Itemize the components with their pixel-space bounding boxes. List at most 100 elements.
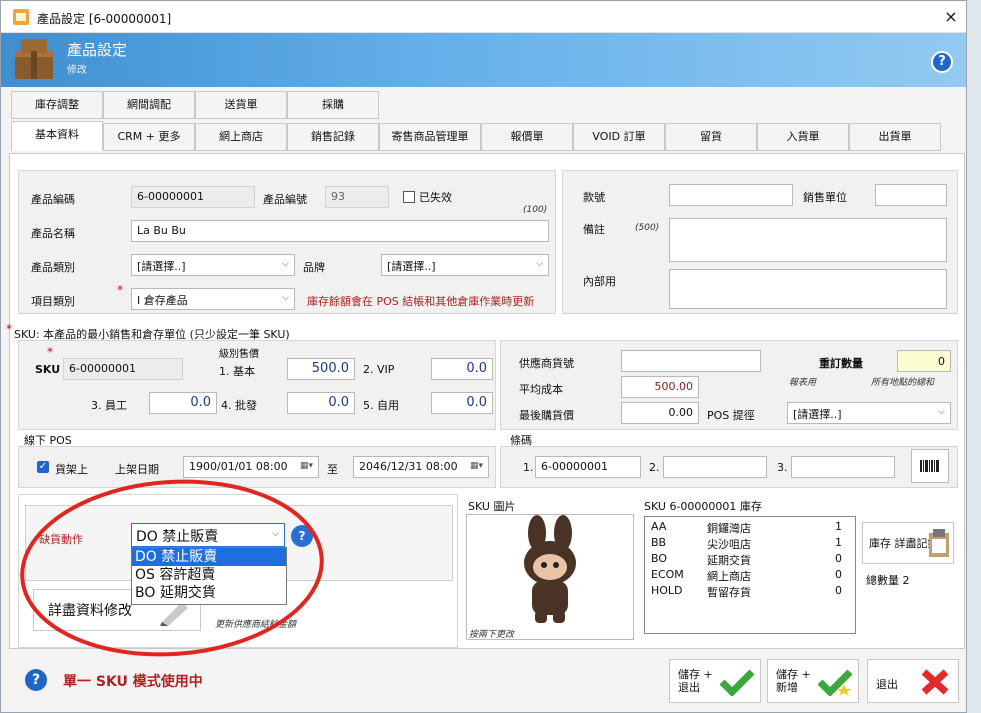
- sku-label: SKU: [35, 363, 61, 376]
- product-number-field: 93: [325, 186, 389, 208]
- chevron-down-icon: ⌵: [282, 259, 289, 269]
- item-type-value: I 倉存產品: [137, 294, 188, 307]
- inventory-detail-button[interactable]: 庫存 詳盡記錄: [862, 522, 954, 564]
- internal-use-textarea[interactable]: [669, 269, 947, 309]
- price-vip-input[interactable]: 0.0: [431, 358, 493, 380]
- inactive-checkbox[interactable]: 已失效: [403, 189, 452, 205]
- category-value: [請選擇..]: [137, 260, 186, 273]
- tab-stock-adjust[interactable]: 庫存調整: [11, 91, 103, 119]
- mode-status: 單一 SKU 模式使用中: [63, 674, 203, 690]
- avg-cost-label: 平均成本: [519, 383, 563, 396]
- tab-purchase[interactable]: 採購: [287, 91, 379, 119]
- category-select[interactable]: [請選擇..] ⌵: [131, 254, 295, 276]
- product-name-input[interactable]: La Bu Bu: [131, 220, 549, 242]
- listed-label: 貨架上: [55, 463, 88, 476]
- pos-hint-value: [請選擇..]: [793, 408, 842, 421]
- image-change-note: 按兩下更改: [469, 630, 515, 640]
- price-wholesale-input[interactable]: 0.0: [287, 392, 355, 414]
- tab-goods-in[interactable]: 入貨單: [757, 123, 849, 151]
- style-number-input[interactable]: [669, 184, 793, 206]
- option-bo[interactable]: BO 延期交貨: [132, 584, 286, 602]
- from-date-value: 1900/01/01 08:00: [189, 460, 288, 473]
- help-icon[interactable]: ?: [291, 525, 313, 547]
- brand-value: [請選擇..]: [387, 260, 436, 273]
- sku-cost-group: 供應商貨號 重訂數量 0 報表用 所有地點的總和 平均成本 500.00 最後購…: [500, 340, 958, 430]
- tab-goods-out[interactable]: 出貨單: [849, 123, 941, 151]
- tab-transfer[interactable]: 網間調配: [103, 91, 195, 119]
- tab-sales-record[interactable]: 銷售記錄: [287, 123, 379, 151]
- item-type-select[interactable]: I 倉存產品 ⌵: [131, 288, 295, 310]
- price-basic-input[interactable]: 500.0: [287, 358, 355, 380]
- sales-unit-input[interactable]: [875, 184, 947, 206]
- required-marker: *: [117, 283, 123, 297]
- inventory-row[interactable]: BO 延期交貨 0: [645, 551, 855, 567]
- tab-basic-info[interactable]: 基本資料: [11, 121, 103, 151]
- sku-price-group: * SKU 6-00000001 級別售價 1. 基本 500.0 2. VIP…: [18, 340, 496, 430]
- listed-checkbox[interactable]: ✓: [37, 461, 49, 473]
- inventory-group: AA 銅鑼灣店 1 BB 尖沙咀店 1 BO 延期交貨 0 ECOM 網上商店 0 HOLD 暫留存貨 0 …: [640, 514, 958, 640]
- price2-label: 2. VIP: [363, 363, 395, 376]
- save-exit-button[interactable]: 儲存 + 退出: [669, 659, 761, 703]
- stockout-selected: DO 禁止販賣: [136, 529, 219, 545]
- exit-button[interactable]: 退出: [867, 659, 959, 703]
- supplier-balance-note: 更新供應商結餘金額: [215, 620, 297, 630]
- total-qty-label: 總數量 2: [866, 574, 910, 587]
- inactive-label: 已失效: [419, 191, 452, 204]
- option-os[interactable]: OS 容許超賣: [132, 566, 286, 584]
- exit-label: 退出: [876, 678, 898, 691]
- remark-textarea[interactable]: [669, 218, 947, 262]
- reorder-qty-input[interactable]: 0: [897, 350, 951, 372]
- product-settings-window: 產品設定 [6-00000001] × 產品設定 修改 ? 庫存調整 網間調配 …: [0, 0, 967, 713]
- barcode3-input[interactable]: [791, 456, 895, 478]
- remark-limit-note: (500): [635, 223, 660, 233]
- listing-from-date[interactable]: 1900/01/01 08:00 ▦▾: [183, 456, 319, 478]
- location-name: 暫留存貨: [707, 586, 751, 599]
- save-new-button[interactable]: 儲存 + 新增: [767, 659, 859, 703]
- calendar-icon: ▦▾: [469, 461, 483, 471]
- tab-void-order[interactable]: VOID 訂單: [573, 123, 665, 151]
- supplier-code-input[interactable]: [621, 350, 761, 372]
- tab-consignment[interactable]: 寄售商品管理單: [379, 123, 481, 151]
- price-staff-input[interactable]: 0.0: [149, 392, 217, 414]
- name-label: 產品名稱: [31, 227, 75, 240]
- tab-quotation[interactable]: 報價單: [481, 123, 573, 151]
- tab-crm[interactable]: CRM + 更多: [103, 123, 195, 151]
- chevron-down-icon: ⌵: [536, 259, 543, 269]
- help-icon[interactable]: ?: [931, 51, 953, 73]
- barcode1-input[interactable]: 6-00000001: [535, 456, 641, 478]
- location-code: ECOM: [651, 568, 684, 581]
- option-do[interactable]: DO 禁止販賣: [132, 548, 286, 566]
- listing-to-date[interactable]: 2046/12/31 08:00 ▦▾: [353, 456, 489, 478]
- all-locations-note: 所有地點的總和: [871, 378, 935, 388]
- stockout-select[interactable]: DO 禁止販賣 ⌵: [131, 523, 285, 547]
- brand-select[interactable]: [請選擇..] ⌵: [381, 254, 549, 276]
- remark-label: 備註: [583, 223, 605, 236]
- status-bar: ? 單一 SKU 模式使用中 儲存 + 退出 儲存 + 新增 退出: [1, 651, 966, 712]
- tab-hold[interactable]: 留貨: [665, 123, 757, 151]
- supplier-code-label: 供應商貨號: [519, 357, 574, 370]
- inventory-row[interactable]: ECOM 網上商店 0: [645, 567, 855, 583]
- inventory-row[interactable]: AA 銅鑼灣店 1: [645, 519, 855, 535]
- barcode-icon: [920, 460, 939, 472]
- pos-hint-select[interactable]: [請選擇..] ⌵: [787, 402, 951, 424]
- barcode-scan-button[interactable]: [911, 449, 949, 483]
- checkbox-box[interactable]: [403, 191, 415, 203]
- close-icon[interactable]: ×: [939, 6, 963, 28]
- location-qty: 0: [835, 568, 842, 581]
- location-qty: 1: [835, 536, 842, 549]
- tab-online-shop[interactable]: 網上商店: [195, 123, 287, 151]
- stockout-group: 缺貨動作 DO 禁止販賣 ⌵ ? DO 禁止販賣 OS 容許超賣 BO 延期交貨 …: [18, 494, 458, 648]
- inventory-row[interactable]: BB 尖沙咀店 1: [645, 535, 855, 551]
- remarks-group: 款號 銷售單位 備註 (500) 內部用: [562, 170, 958, 314]
- barcode3-label: 3.: [777, 461, 788, 474]
- sku-image[interactable]: 按兩下更改: [466, 514, 634, 640]
- location-code: BO: [651, 552, 668, 565]
- product-code-field: 6-00000001: [131, 186, 255, 208]
- header-banner: 產品設定 修改 ?: [1, 33, 966, 87]
- package-icon: [15, 39, 53, 79]
- barcode2-input[interactable]: [663, 456, 767, 478]
- tab-delivery[interactable]: 送貨單: [195, 91, 287, 119]
- price-self-use-input[interactable]: 0.0: [431, 392, 493, 414]
- inventory-row[interactable]: HOLD 暫留存貨 0: [645, 583, 855, 599]
- inventory-section-title: SKU 6-00000001 庫存: [644, 500, 762, 513]
